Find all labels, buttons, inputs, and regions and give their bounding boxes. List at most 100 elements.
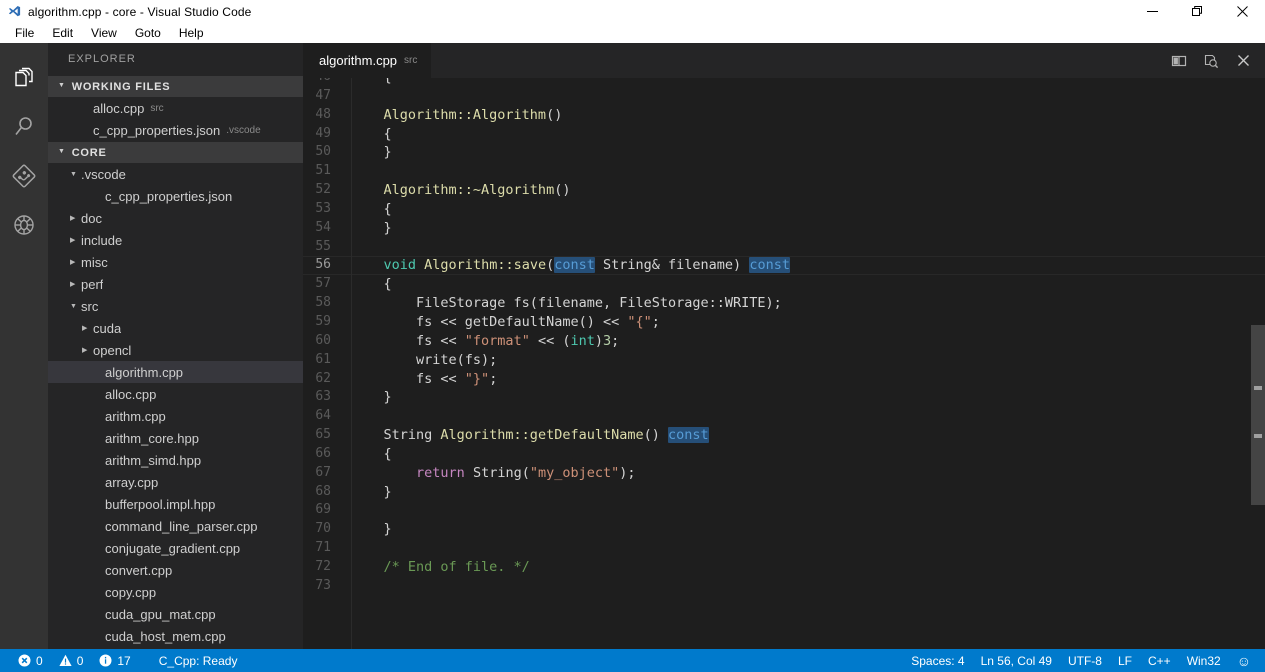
code-line[interactable]: 68 } [303,483,1265,502]
list-item[interactable]: ▶ include [48,229,303,251]
status-warnings[interactable]: 0 [51,649,92,672]
list-item[interactable]: ▶ opencl [48,339,303,361]
list-item[interactable]: ▶arithm_core.hpp [48,427,303,449]
code-token: write(fs); [351,351,498,368]
code-line[interactable]: 57 { [303,275,1265,294]
code-token: } [351,521,392,538]
code-line[interactable]: 62 fs << "}"; [303,370,1265,389]
list-item[interactable]: ▶convert.cpp [48,559,303,581]
menu-view[interactable]: View [82,23,126,43]
code-text: } [351,143,1265,162]
title-bar: algorithm.cpp - core - Visual Studio Cod… [0,0,1265,23]
editor-scrollbar[interactable] [1251,78,1265,649]
scrollbar-thumb[interactable] [1251,325,1265,505]
tab-algorithm-cpp[interactable]: algorithm.cpp src [303,43,432,78]
file-name: alloc.cpp [93,100,145,116]
status-indentation[interactable]: Spaces: 4 [903,649,972,672]
code-line[interactable]: 50 } [303,143,1265,162]
code-line[interactable]: 65 String Algorithm::getDefaultName() co… [303,426,1265,445]
code-line[interactable]: 71 [303,539,1265,558]
list-item[interactable]: ▶arithm.cpp [48,405,303,427]
activity-item-source-control[interactable] [0,151,48,200]
list-item[interactable]: ▶alloc.cpp [48,383,303,405]
status-cursor-position[interactable]: Ln 56, Col 49 [973,649,1060,672]
close-icon[interactable] [1220,0,1265,23]
menu-edit[interactable]: Edit [43,23,82,43]
list-item[interactable]: ▶command_line_parser.cpp [48,515,303,537]
section-header-working-files[interactable]: ▼ WORKING FILES [48,76,303,97]
split-editor-icon[interactable] [1165,47,1193,75]
code-line[interactable]: 55 [303,238,1265,257]
list-item[interactable]: ▶array.cpp [48,471,303,493]
minimize-icon[interactable] [1130,0,1175,23]
menu-help[interactable]: Help [170,23,213,43]
smiley-face-icon[interactable]: ☺ [1229,649,1259,672]
magnifier-document-icon[interactable] [1197,47,1225,75]
code-line[interactable]: 67 return String("my_object"); [303,464,1265,483]
list-item[interactable]: ▶ cuda [48,317,303,339]
file-name: arithm.cpp [105,408,166,424]
code-line[interactable]: 58 FileStorage fs(filename, FileStorage:… [303,294,1265,313]
code-line[interactable]: 54 } [303,219,1265,238]
code-line[interactable]: 52 Algorithm::~Algorithm() [303,181,1265,200]
code-line[interactable]: 69 [303,501,1265,520]
status-eol-value: LF [1117,653,1132,668]
code-line[interactable]: 73 [303,577,1265,596]
activity-item-explorer[interactable] [0,53,48,102]
code-line[interactable]: 56 void Algorithm::save(const String& fi… [303,256,1265,276]
list-item[interactable]: ▶ perf [48,273,303,295]
code-token: Algorithm::~Algorithm [351,182,555,199]
list-item[interactable]: ▶ c_cpp_properties.json .vscode [48,119,303,141]
list-item[interactable]: ▶bufferpool.impl.hpp [48,493,303,515]
list-item[interactable]: ▶ misc [48,251,303,273]
explorer-tree[interactable]: ▼ WORKING FILES ▶ alloc.cpp src ▶ c_cpp_… [48,75,303,649]
status-eol[interactable]: LF [1110,649,1140,672]
status-language-server[interactable]: C_Cpp: Ready [151,649,246,672]
menu-file[interactable]: File [6,23,43,43]
code-line[interactable]: 64 [303,407,1265,426]
code-line[interactable]: 72 /* End of file. */ [303,558,1265,577]
code-line[interactable]: 48 Algorithm::Algorithm() [303,106,1265,125]
code-token: FileStorage fs(filename, FileStorage::WR… [351,295,782,312]
code-viewport[interactable]: 46 {4748 Algorithm::Algorithm()49 {50 }5… [303,78,1265,649]
list-item[interactable]: ▶cuda_info.cpp [48,647,303,649]
list-item[interactable]: ▶c_cpp_properties.json [48,185,303,207]
code-token: 3 [603,332,612,349]
editor-group: algorithm.cpp src 47 48 Algorithm::Algor… [303,43,1265,649]
list-item[interactable]: ▶algorithm.cpp [48,361,303,383]
restore-icon[interactable] [1175,0,1220,23]
code-line[interactable]: 61 write(fs); [303,351,1265,370]
close-icon[interactable] [1229,47,1257,75]
code-line[interactable]: 63 } [303,388,1265,407]
code-line[interactable]: 53 { [303,200,1265,219]
code-line[interactable]: 70 } [303,520,1265,539]
code-line[interactable]: 49 { [303,125,1265,144]
list-item[interactable]: ▶conjugate_gradient.cpp [48,537,303,559]
file-name: alloc.cpp [105,386,157,402]
list-item[interactable]: ▶copy.cpp [48,581,303,603]
status-encoding[interactable]: UTF-8 [1060,649,1110,672]
code-line[interactable]: 66 { [303,445,1265,464]
code-line[interactable]: 59 fs << getDefaultName() << "{"; [303,313,1265,332]
status-language-mode[interactable]: C++ [1140,649,1179,672]
activity-item-search[interactable] [0,102,48,151]
list-item[interactable]: ▶cuda_gpu_mat.cpp [48,603,303,625]
menu-goto[interactable]: Goto [126,23,170,43]
status-platform[interactable]: Win32 [1179,649,1229,672]
list-item[interactable]: ▼ src [48,295,303,317]
activity-item-debug[interactable] [0,200,48,249]
code-line[interactable]: 60 fs << "format" << (int)3; [303,332,1265,351]
section-header-core[interactable]: ▼ CORE [48,142,303,163]
list-item[interactable]: ▶arithm_simd.hpp [48,449,303,471]
window-controls [1130,0,1265,23]
status-infos[interactable]: 17 [91,649,138,672]
list-item[interactable]: ▼ .vscode [48,163,303,185]
code-line[interactable]: 47 [303,87,1265,106]
code-line[interactable]: 51 [303,162,1265,181]
list-item[interactable]: ▶ alloc.cpp src [48,97,303,119]
status-errors[interactable]: 0 [10,649,51,672]
list-item[interactable]: ▶ doc [48,207,303,229]
code-line[interactable]: 46 { [303,78,1265,87]
list-item[interactable]: ▶cuda_host_mem.cpp [48,625,303,647]
line-number: 57 [315,276,331,292]
